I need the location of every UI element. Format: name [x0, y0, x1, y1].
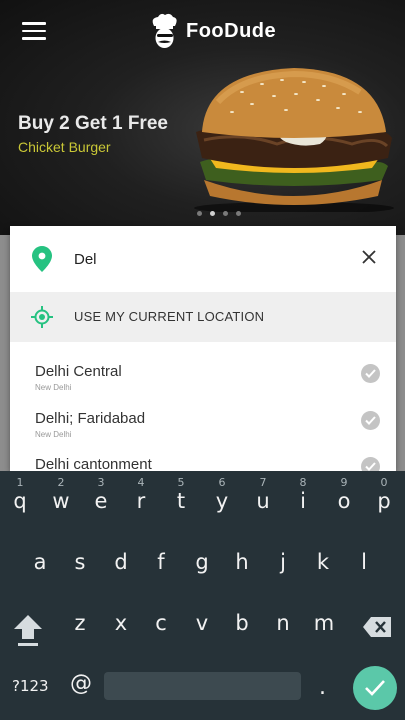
result-subtitle: New Delhi: [35, 430, 72, 439]
result-subtitle: New Delhi: [35, 383, 72, 392]
gps-target-icon: [31, 306, 53, 328]
key-t[interactable]: 5t: [163, 475, 199, 527]
space-key[interactable]: [104, 672, 301, 700]
soft-keyboard: 1q 2w 3e 4r 5t 6y 7u 8i 9o 0p a s d f g …: [0, 471, 405, 720]
key-f[interactable]: f: [143, 536, 179, 588]
chef-logo-icon: [152, 13, 177, 48]
carousel-dot[interactable]: [223, 211, 228, 216]
enter-key[interactable]: [353, 666, 397, 710]
at-key[interactable]: @: [70, 671, 92, 696]
key-l[interactable]: l: [346, 536, 382, 588]
check-icon: [361, 411, 380, 430]
result-title: Delhi; Faridabad: [35, 410, 146, 427]
key-y[interactable]: 6y: [204, 475, 240, 527]
promo-title: Buy 2 Get 1 Free: [18, 113, 168, 134]
key-d[interactable]: d: [103, 536, 139, 588]
location-search-dialog: USE MY CURRENT LOCATION Delhi Central Ne…: [10, 226, 396, 471]
current-location-label: USE MY CURRENT LOCATION: [74, 309, 265, 324]
keyboard-row-2: a s d f g h j k l: [0, 536, 405, 596]
backspace-icon[interactable]: [362, 616, 392, 638]
key-g[interactable]: g: [184, 536, 220, 588]
key-c[interactable]: c: [143, 597, 179, 649]
key-s[interactable]: s: [62, 536, 98, 588]
key-r[interactable]: 4r: [123, 475, 159, 527]
promo-banner[interactable]: FooDude Buy 2 Get 1 Free Chicket Burger: [0, 0, 405, 235]
key-u[interactable]: 7u: [245, 475, 281, 527]
key-j[interactable]: j: [265, 536, 301, 588]
key-q[interactable]: 1q: [2, 475, 38, 527]
list-item[interactable]: Delhi Central New Delhi: [10, 354, 396, 401]
period-key[interactable]: .: [319, 675, 326, 700]
key-h[interactable]: h: [224, 536, 260, 588]
burger-image: [194, 68, 394, 212]
key-a[interactable]: a: [22, 536, 58, 588]
key-p[interactable]: 0p: [366, 475, 402, 527]
menu-icon[interactable]: [22, 22, 46, 42]
use-current-location-button[interactable]: USE MY CURRENT LOCATION: [10, 292, 396, 342]
carousel-dot-active[interactable]: [210, 211, 215, 216]
result-title: Delhi cantonment: [35, 456, 152, 471]
key-o[interactable]: 9o: [326, 475, 362, 527]
key-k[interactable]: k: [305, 536, 341, 588]
list-item[interactable]: Delhi cantonment: [10, 447, 396, 471]
app-name: FooDude: [186, 19, 277, 42]
promo-subtitle: Chicket Burger: [18, 139, 111, 155]
result-title: Delhi Central: [35, 363, 122, 380]
carousel-dot[interactable]: [197, 211, 202, 216]
carousel-dots[interactable]: [197, 211, 241, 216]
check-icon: [361, 364, 380, 383]
close-icon[interactable]: [362, 250, 376, 264]
key-z[interactable]: z: [62, 597, 98, 649]
search-row: [10, 226, 396, 292]
key-w[interactable]: 2w: [43, 475, 79, 527]
location-search-input[interactable]: [74, 244, 344, 274]
brand: FooDude: [148, 12, 276, 50]
key-v[interactable]: v: [184, 597, 220, 649]
symbols-key[interactable]: ?123: [12, 677, 49, 695]
list-item[interactable]: Delhi; Faridabad New Delhi: [10, 401, 396, 448]
key-x[interactable]: x: [103, 597, 139, 649]
key-n[interactable]: n: [265, 597, 301, 649]
key-e[interactable]: 3e: [83, 475, 119, 527]
key-i[interactable]: 8i: [285, 475, 321, 527]
key-m[interactable]: m: [306, 597, 342, 649]
check-icon: [361, 457, 380, 471]
carousel-dot[interactable]: [236, 211, 241, 216]
location-pin-icon: [32, 246, 52, 272]
key-b[interactable]: b: [224, 597, 260, 649]
keyboard-row-1: 1q 2w 3e 4r 5t 6y 7u 8i 9o 0p: [0, 475, 405, 535]
check-icon: [365, 680, 385, 696]
keyboard-row-3: z x c v b n m: [0, 597, 405, 657]
